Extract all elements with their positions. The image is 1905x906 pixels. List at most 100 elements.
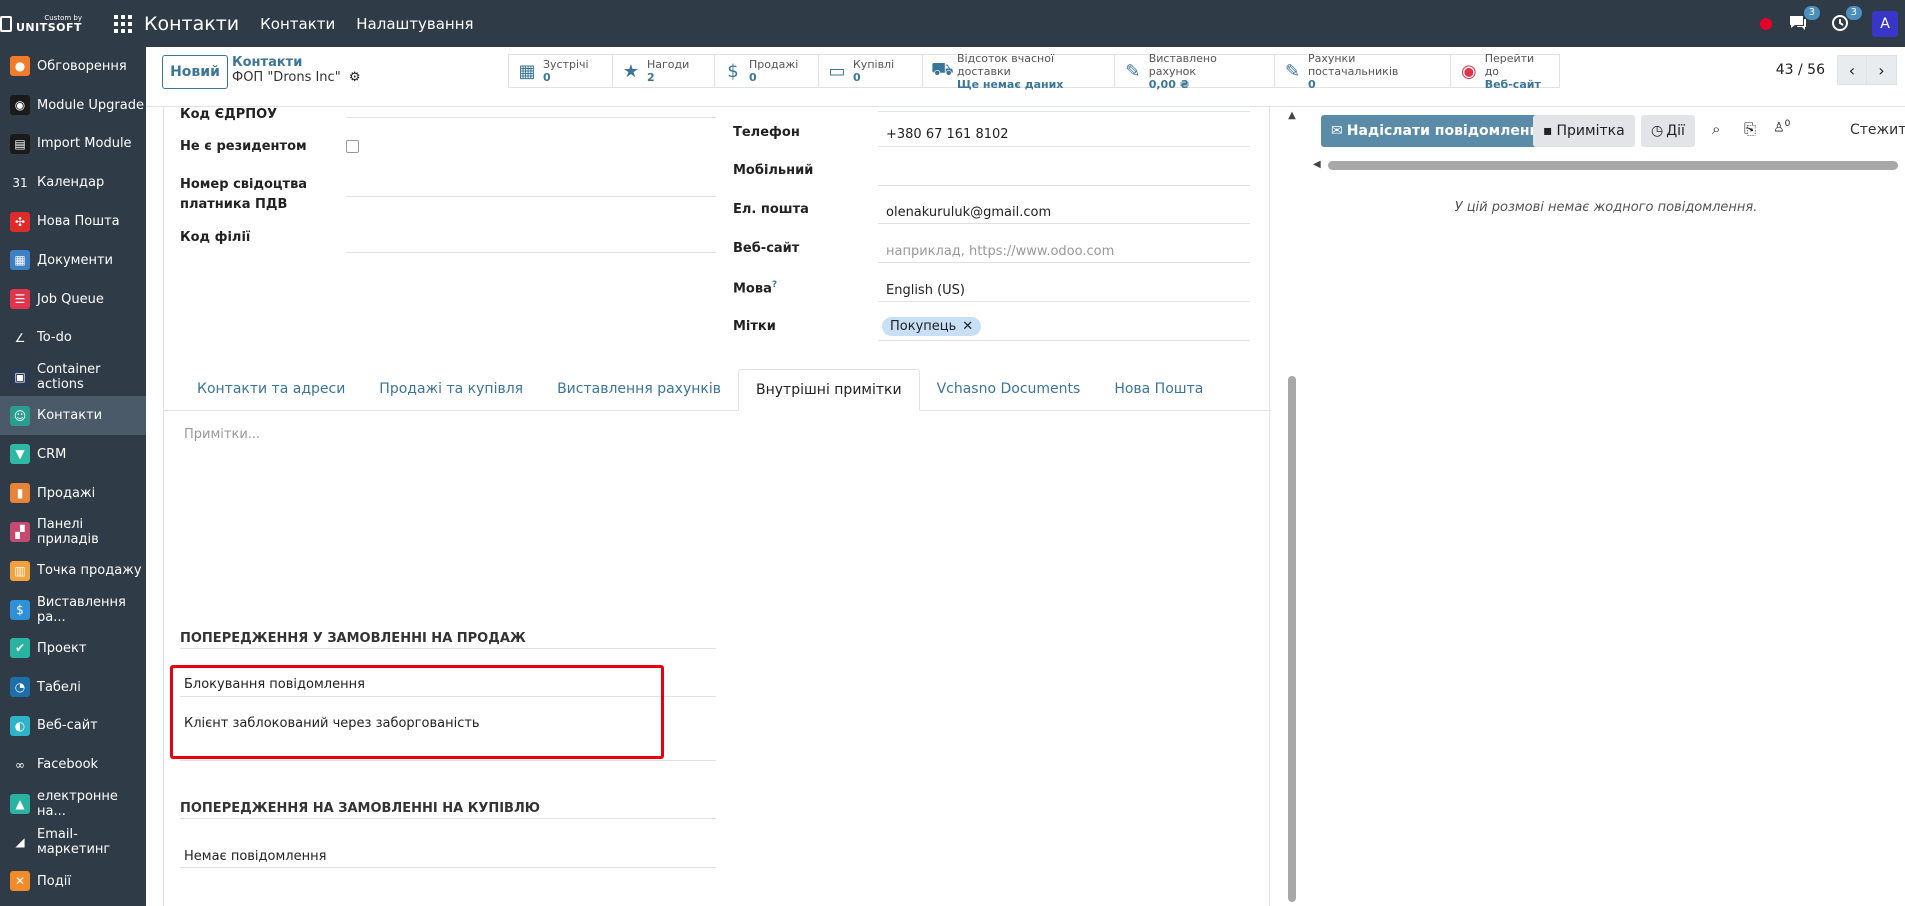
tab-internal-notes[interactable]: Внутрішні примітки [738,369,920,411]
activities-clock-icon[interactable]: 3 [1830,5,1862,34]
website-input[interactable]: наприклад, https://www.odoo.com [886,244,1114,259]
sidebar-item-container[interactable]: ▣ Container actions [0,357,146,396]
smart-button-value: 0 [1307,77,1316,91]
sidebar-item-pos[interactable]: ▥ Точка продажу [0,551,146,590]
website-field-line [878,262,1250,263]
tab-contacts-addresses[interactable]: Контакти та адреси [180,369,362,410]
chatter-horizontal-scrollbar[interactable]: ◀ [1313,159,1905,171]
sidebar-item-import[interactable]: ▤ Import Module [0,125,146,164]
mobile-label: Мобільний [733,163,814,178]
edrpou-field[interactable] [346,117,716,118]
pager: 43 / 56 ‹ › [1776,55,1897,85]
branch-code-field[interactable] [346,252,716,253]
send-message-label: Надіслати повідомлення [1346,123,1549,139]
remove-tag-icon[interactable]: ✕ [962,319,973,334]
form-sheet: Код ЄДРПОУ Не є резидентом Номер свідоцт… [163,107,1271,906]
user-avatar[interactable]: A [1872,10,1898,37]
purchase-warning-type[interactable]: Немає повідомлення [184,849,326,864]
sidebar-item-timesheet[interactable]: ◔ Табелі [0,668,146,707]
new-record-button[interactable]: Новий [162,55,228,89]
sidebar-item-label: Веб-сайт [37,718,98,734]
sidebar-item-documents[interactable]: ▦ Документи [0,241,146,280]
breadcrumb-parent-link[interactable]: Контакти [232,55,360,70]
smart-button-2[interactable]: $ Продажі 0 [714,54,818,88]
sidebar-item-elearning[interactable]: ▲ електронне на... [0,784,146,823]
tag-badge[interactable]: Покупець ✕ [882,317,982,336]
brand-logo-icon [0,15,12,32]
events-icon: ✕ [10,871,30,892]
app-title[interactable]: Контакти [144,13,239,35]
sidebar-item-contacts[interactable]: ☺ Контакти [0,396,146,435]
menu-contacts[interactable]: Контакти [260,15,335,33]
pager-value[interactable]: 43 / 56 [1776,62,1825,78]
tab-sales-purchase[interactable]: Продажі та купівля [362,369,540,410]
gear-icon[interactable]: ⚙ [349,70,361,85]
send-message-button[interactable]: ✉ Надіслати повідомлення [1321,115,1559,147]
smart-button-1[interactable]: ★ Нагоди 2 [612,54,714,88]
sidebar-item-upgrade[interactable]: ◉ Module Upgrade [0,86,146,125]
brand-logo[interactable]: Custom by UNITSOFT [0,0,82,47]
purchase-warning-divider [180,818,716,819]
log-note-button[interactable]: ▪ Примітка [1533,115,1635,147]
smart-button-6[interactable]: ✎ Рахунки постачальників 0 [1274,52,1450,91]
followers-button[interactable]: ♙0 [1773,119,1790,135]
todo-icon: ∠ [10,327,30,348]
sidebar-item-label: Module Upgrade [37,97,144,113]
smart-button-4[interactable]: ⛟ Відсоток вчасної доставки Ще немає даних [922,52,1114,91]
sidebar-item-project[interactable]: ✔ Проект [0,629,146,668]
nonresident-checkbox[interactable] [346,140,359,153]
sidebar-item-label: Контакти [37,408,103,424]
smart-button-3[interactable]: ▭ Купівлі 0 [818,54,922,88]
follow-button[interactable]: Стежити [1850,122,1905,138]
sidebar-item-dashboard[interactable]: ▞ Панелі приладів [0,513,146,552]
email-value[interactable]: olenakuruluk@gmail.com [886,205,1051,220]
scrollbar-thumb[interactable] [1288,376,1296,902]
menu-settings[interactable]: Налаштування [356,15,473,33]
sidebar-item-facebook[interactable]: ∞ Facebook [0,745,146,784]
smart-button-0[interactable]: ▦ Зустрічі 0 [508,54,612,88]
tab-nova-poshta[interactable]: Нова Пошта [1097,369,1220,410]
tab-invoicing[interactable]: Виставлення рахунків [540,369,738,410]
form-scrollbar[interactable]: ▲ [1285,110,1299,906]
sidebar-item-todo[interactable]: ∠ To-do [0,319,146,358]
smart-button-5[interactable]: ✎ Виставлено рахунок 0,00 ₴ [1114,52,1274,91]
sidebar-item-events[interactable]: ✕ Події [0,862,146,901]
sidebar-item-job-queue[interactable]: ☰ Job Queue [0,280,146,319]
apps-menu-icon[interactable] [114,14,132,33]
scroll-left-icon[interactable]: ◀ [1313,159,1321,170]
search-icon[interactable]: ⌕ [1712,120,1720,138]
documents-icon: ▦ [10,250,30,271]
mobile-field[interactable] [878,185,1250,186]
notes-textarea[interactable]: Примітки... [184,427,260,442]
phone-value[interactable]: +380 67 161 8102 [886,127,1009,142]
sidebar-item-label: Виставлення ра... [37,594,126,625]
language-label: Мова? [733,280,777,296]
recording-indicator-icon[interactable] [1760,17,1772,30]
sidebar-item-sales[interactable]: ▮ Продажі [0,474,146,513]
followers-count: 0 [1784,119,1791,129]
pager-next-button[interactable]: › [1867,55,1897,85]
sidebar-item-calendar[interactable]: 31 Календар [0,163,146,202]
messages-icon[interactable]: 3 [1788,5,1820,34]
branch-code-label: Код філії [180,230,251,245]
activities-button[interactable]: ◷ Дії [1641,115,1695,147]
smart-button-value: Ще немає даних [957,77,1064,91]
pager-previous-button[interactable]: ‹ [1837,55,1867,85]
purchase-warning-type-line [180,867,716,868]
language-help-icon[interactable]: ? [772,280,777,290]
chatter-scrollbar-thumb[interactable] [1328,161,1898,170]
smart-button-7[interactable]: ◉ Перейти до Веб-сайт [1450,52,1560,91]
language-select[interactable]: English (US) [886,283,965,298]
tab-vchasno-documents[interactable]: Vchasno Documents [920,369,1098,410]
sidebar-item-email-marketing[interactable]: ◢ Email-маркетинг [0,823,146,862]
sidebar-item-website[interactable]: ◐ Веб-сайт [0,707,146,746]
sidebar-item-crm[interactable]: ▼ CRM [0,435,146,474]
sidebar-item-invoicing[interactable]: $ Виставлення ра... [0,590,146,629]
sidebar-item-discuss[interactable]: ● Обговорення [0,47,146,86]
paperclip-icon[interactable]: ⎘ [1744,120,1756,138]
sidebar-item-label: Container actions [37,361,101,392]
vat-cert-field[interactable] [346,196,716,197]
sale-warning-title: Попередження у замовленні на продаж [180,631,526,646]
scroll-up-icon[interactable]: ▲ [1285,110,1299,121]
sidebar-item-nova-poshta[interactable]: ✣ Нова Пошта [0,202,146,241]
